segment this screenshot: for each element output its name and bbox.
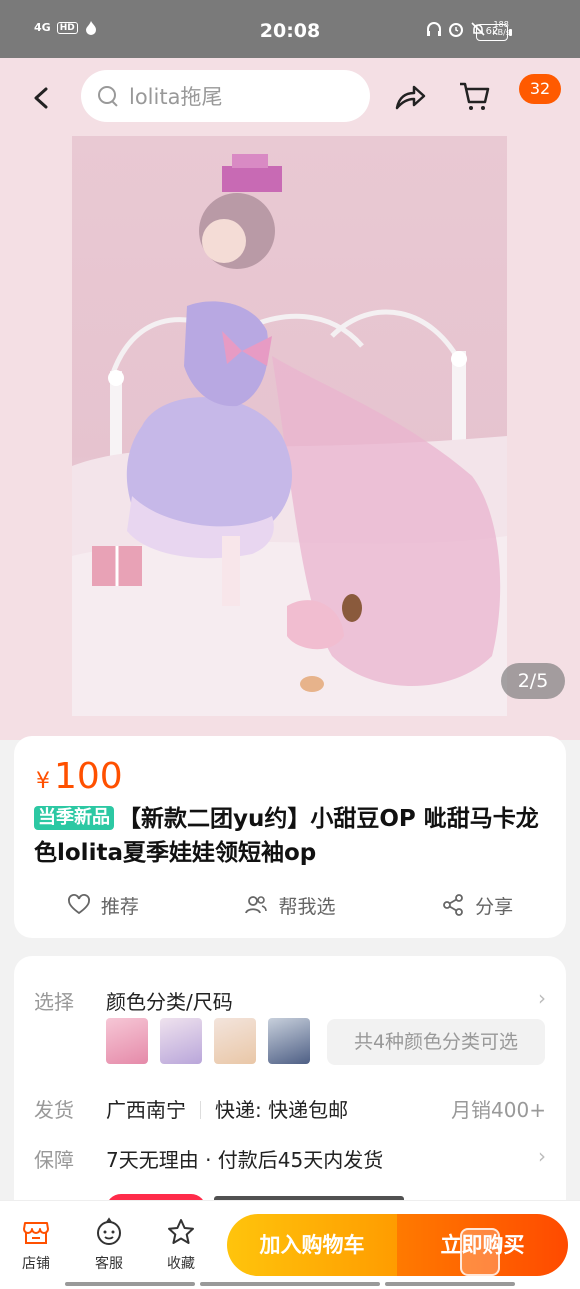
product-title[interactable]: 当季新品 【新款二团yu约】小甜豆OP 呲甜马卡龙色lolita夏季娃娃领短袖op — [34, 802, 554, 870]
share-nodes-icon — [443, 894, 464, 916]
price: ¥ 100 — [36, 756, 123, 797]
share-button[interactable]: 分享 — [441, 888, 513, 922]
detail-card: 选择 颜色分类/尺码 › 共4种颜色分类可选 发货 广西南宁 快递: 快递包邮 月… — [14, 956, 566, 1216]
tab-favorite[interactable]: 收藏 — [153, 1217, 209, 1273]
cart-count-badge: 32 — [519, 74, 561, 104]
store-icon — [23, 1222, 49, 1244]
ship-from: 广西南宁 — [106, 1098, 186, 1122]
variant-thumb[interactable] — [106, 1018, 148, 1064]
status-bar: 4G HD 20:08 188 KB/s 62 — [0, 0, 580, 58]
alarm-icon — [449, 23, 464, 37]
tab-customer-service[interactable]: 客服 — [81, 1217, 137, 1273]
variant-thumbnails — [106, 1018, 310, 1064]
product-gallery[interactable]: 2/5 — [0, 136, 580, 740]
top-nav: lolita拖尾 32 — [0, 58, 580, 136]
new-season-tag: 当季新品 — [34, 806, 114, 830]
service-face-icon — [97, 1217, 121, 1245]
cart-icon[interactable] — [458, 80, 490, 112]
headphones-icon — [427, 22, 442, 36]
divider — [200, 1101, 201, 1119]
variant-thumb[interactable] — [268, 1018, 310, 1064]
monthly-sales: 月销400+ — [451, 1098, 546, 1122]
search-bar[interactable]: lolita拖尾 — [81, 70, 370, 122]
price-value: 100 — [54, 756, 123, 797]
battery-indicator: 62 — [476, 24, 512, 41]
price-card: ¥ 100 当季新品 【新款二团yu约】小甜豆OP 呲甜马卡龙色lolita夏季娃… — [14, 736, 566, 938]
ship-info: 广西南宁 快递: 快递包邮 — [106, 1094, 348, 1123]
select-value: 颜色分类/尺码 — [106, 990, 233, 1014]
back-button[interactable] — [24, 80, 60, 116]
product-actions: 推荐 帮我选 分享 — [14, 888, 566, 922]
image-counter: 2/5 — [501, 663, 565, 699]
home-indicator — [200, 1282, 380, 1286]
ship-label: 发货 — [34, 1098, 74, 1122]
currency-symbol: ¥ — [36, 769, 50, 794]
guarantee-value: 7天无理由 · 付款后45天内发货 — [106, 1148, 384, 1172]
lolita-dress-photo — [72, 154, 507, 716]
variant-thumb[interactable] — [214, 1018, 256, 1064]
express-info: 快递: 快递包邮 — [215, 1098, 349, 1122]
product-photo[interactable] — [72, 136, 507, 716]
add-to-cart-button[interactable]: 加入购物车 — [227, 1214, 397, 1276]
chevron-right-icon: › — [538, 1144, 546, 1168]
search-icon — [97, 85, 119, 107]
home-indicator — [65, 1282, 195, 1286]
chevron-left-icon — [34, 87, 48, 109]
tab-store[interactable]: 店铺 — [8, 1217, 64, 1273]
watermark-logo — [460, 1228, 500, 1276]
guarantee-label: 保障 — [34, 1148, 74, 1172]
star-icon — [168, 1219, 194, 1244]
purchase-buttons: 加入购物车 立即购买 — [227, 1214, 568, 1276]
recommend-button[interactable]: 推荐 — [67, 888, 139, 922]
variant-count-pill[interactable]: 共4种颜色分类可选 — [327, 1019, 545, 1065]
chevron-right-icon: › — [538, 986, 546, 1010]
share-icon[interactable] — [394, 82, 426, 112]
home-indicator — [385, 1282, 515, 1286]
variant-thumb[interactable] — [160, 1018, 202, 1064]
select-label: 选择 — [34, 990, 74, 1014]
people-icon — [245, 896, 268, 914]
help-me-choose-button[interactable]: 帮我选 — [244, 888, 335, 922]
heart-icon — [67, 894, 90, 915]
search-text: lolita拖尾 — [129, 85, 223, 109]
